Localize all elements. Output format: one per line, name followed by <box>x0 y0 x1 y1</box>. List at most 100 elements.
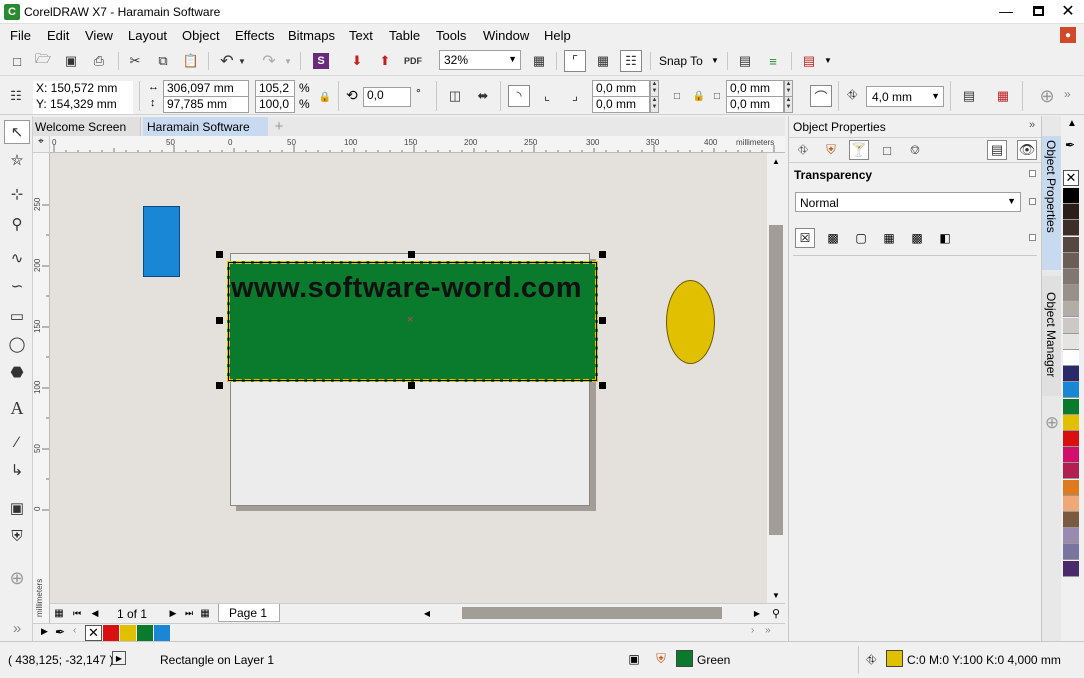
texture-transparency-icon[interactable]: ◧ <box>935 228 955 248</box>
palette-swatch[interactable] <box>1063 366 1079 383</box>
palette-swatch[interactable] <box>1063 512 1079 528</box>
next-page-icon[interactable]: ▶ <box>166 605 180 621</box>
vector-pattern-transparency-icon[interactable]: ▦ <box>879 228 899 248</box>
pick-tool-icon[interactable]: ↖ <box>4 120 30 144</box>
section-toggle-icon[interactable] <box>1029 234 1036 241</box>
save-icon[interactable]: ▣ <box>60 50 82 72</box>
minimize-icon[interactable]: — <box>992 0 1020 22</box>
palette-swatch[interactable] <box>1063 269 1079 285</box>
ellipse-tool-icon[interactable]: ◯ <box>4 332 30 356</box>
y-position-field[interactable]: Y: 154,329 mm <box>33 97 133 114</box>
cut-icon[interactable]: ✂ <box>124 50 146 72</box>
outline-color-swatch[interactable] <box>886 650 903 667</box>
menu-help[interactable]: Help <box>544 28 571 44</box>
last-page-icon[interactable]: ⏭ <box>182 605 196 621</box>
menu-tools[interactable]: Tools <box>436 28 466 44</box>
publish-pdf-icon[interactable]: PDF <box>402 50 424 72</box>
yellow-ellipse[interactable] <box>666 280 715 364</box>
grid-icon[interactable]: ▦ <box>592 50 614 72</box>
print-icon[interactable]: ⎙ <box>88 50 110 72</box>
selection-handle[interactable] <box>408 251 415 258</box>
palette-swatch[interactable] <box>1063 252 1079 269</box>
doc-swatch-yellow[interactable] <box>120 625 136 641</box>
round-corner-icon[interactable]: ◝ <box>508 85 530 107</box>
add-page-icon[interactable]: ▦ <box>198 605 212 621</box>
undo-icon[interactable]: ↶ <box>216 50 238 72</box>
app-launcher-icon[interactable]: ▤ <box>798 50 820 72</box>
scroll-right-icon[interactable]: › <box>751 625 754 636</box>
selection-handle[interactable] <box>599 317 606 324</box>
redo-dropdown-icon[interactable]: ▼ <box>282 50 294 72</box>
horizontal-ruler[interactable]: 0 50 0 50 100 150 200 250 300 350 400 mi… <box>50 136 785 153</box>
palette-menu-icon[interactable]: ▶ <box>41 626 48 637</box>
scroll-down-icon[interactable]: ▼ <box>767 587 785 603</box>
vertical-ruler[interactable]: 250 200 150 100 50 0 millimeters <box>33 153 50 623</box>
first-page-icon[interactable]: ⏮ <box>70 605 84 621</box>
close-icon[interactable]: ✕ <box>1054 0 1082 22</box>
palette-swatch[interactable] <box>1063 350 1079 366</box>
palette-swatch[interactable] <box>1063 220 1079 237</box>
menu-view[interactable]: View <box>85 28 113 44</box>
scalloped-corner-icon[interactable]: ⌞ <box>536 85 558 107</box>
spinner[interactable]: ▲ ▼ <box>784 96 793 113</box>
drawing-canvas[interactable]: www.software-word.com × <box>50 153 785 603</box>
width-field[interactable]: 306,097 mm <box>163 80 249 97</box>
tab-welcome-screen[interactable]: Welcome Screen <box>33 117 141 136</box>
welcome-screen-icon[interactable]: ▤ <box>734 50 756 72</box>
blue-rectangle[interactable] <box>143 206 180 277</box>
scroll-up-icon[interactable]: ▲ <box>767 153 785 169</box>
fill-icon[interactable]: ⛨ <box>821 140 841 160</box>
palette-swatch[interactable] <box>1063 544 1079 561</box>
add-page-icon[interactable]: ▦ <box>52 605 66 621</box>
open-icon[interactable]: 🗁 <box>32 50 54 72</box>
drop-shadow-icon[interactable]: ▣ <box>4 496 30 520</box>
paste-icon[interactable]: 📋 <box>180 50 202 72</box>
selection-handle[interactable] <box>216 317 223 324</box>
scale-width-field[interactable]: 105,2 <box>255 80 295 97</box>
zoom-navigator-icon[interactable]: ⚲ <box>768 605 784 621</box>
corner-link-icon[interactable]: □ <box>666 85 688 107</box>
lock-ratio-icon[interactable]: 🔒 <box>314 86 336 108</box>
eyedropper-icon[interactable]: ✒ <box>1065 138 1075 152</box>
zoom-to-page-icon[interactable]: ▦ <box>528 50 550 72</box>
new-tab-icon[interactable]: + <box>270 117 288 136</box>
corner-radius-top-left[interactable]: 0,0 mm <box>592 80 650 97</box>
no-transparency-icon[interactable]: ☒ <box>795 228 815 248</box>
spinner[interactable]: ▲ ▼ <box>650 96 659 113</box>
uniform-transparency-icon[interactable]: ▩ <box>823 228 843 248</box>
convert-to-curves-icon[interactable]: ▦ <box>992 85 1014 107</box>
page-tab[interactable]: Page 1 <box>218 604 280 622</box>
zoom-tool-icon[interactable]: ⚲ <box>4 212 30 236</box>
bitmap-pattern-transparency-icon[interactable]: ▩ <box>907 228 927 248</box>
selection-handle[interactable] <box>599 251 606 258</box>
fountain-transparency-icon[interactable]: ▢ <box>851 228 871 248</box>
selection-handle[interactable] <box>599 382 606 389</box>
prev-page-icon[interactable]: ◀ <box>88 605 102 621</box>
selection-handle[interactable] <box>216 382 223 389</box>
height-field[interactable]: 97,785 mm <box>163 96 249 113</box>
doc-swatch-green[interactable] <box>137 625 153 641</box>
wrap-text-icon[interactable]: ▤ <box>958 85 980 107</box>
palette-swatch[interactable] <box>1063 285 1079 302</box>
menu-file[interactable]: File <box>10 28 31 44</box>
new-icon[interactable]: □ <box>6 50 28 72</box>
tab-haramain-software[interactable]: Haramain Software <box>143 117 268 136</box>
shape-tool-icon[interactable]: ⛦ <box>4 148 30 172</box>
fill-color-swatch[interactable] <box>676 650 693 667</box>
palette-swatch[interactable] <box>1063 382 1079 399</box>
outline-pen-icon[interactable]: ⛗ <box>793 140 813 160</box>
chamfered-corner-icon[interactable]: ⌟ <box>564 85 586 107</box>
transparency-mode-select[interactable]: Normal ▼ <box>795 192 1021 212</box>
eyedropper-icon[interactable]: ✒ <box>55 625 65 639</box>
options-icon[interactable]: ≡ <box>762 50 784 72</box>
rectangle-tool-icon[interactable]: ▭ <box>4 304 30 328</box>
palette-swatch[interactable] <box>1063 479 1079 496</box>
snap-to-button[interactable]: Snap To <box>659 54 703 68</box>
doc-swatch-blue[interactable] <box>154 625 170 641</box>
add-icon[interactable]: ⊕ <box>1036 85 1058 107</box>
import-icon[interactable]: ⬇ <box>346 50 368 72</box>
palette-swatch[interactable] <box>1063 495 1079 512</box>
selection-handle[interactable] <box>408 382 415 389</box>
add-icon[interactable]: ⊕ <box>4 566 30 590</box>
spinner[interactable]: ▲ ▼ <box>784 80 793 97</box>
